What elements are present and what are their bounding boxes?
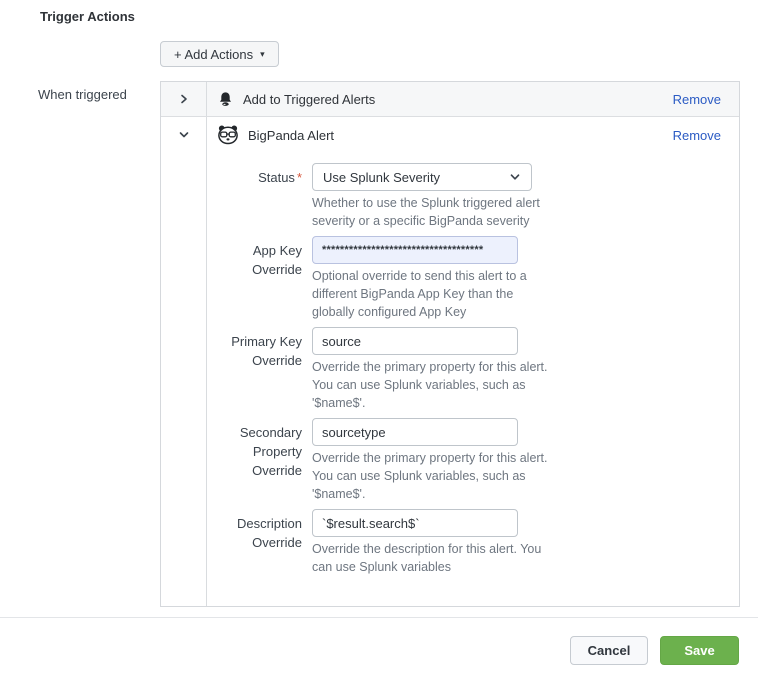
required-marker: * bbox=[297, 170, 302, 185]
field-label: Status* bbox=[207, 163, 302, 230]
expand-toggle-triggered-alerts[interactable] bbox=[161, 82, 207, 116]
field-label: Description Override bbox=[207, 509, 302, 576]
save-button[interactable]: Save bbox=[660, 636, 739, 665]
field-help-text: Override the description for this alert.… bbox=[312, 540, 554, 576]
chevron-down-icon bbox=[178, 129, 190, 141]
bell-icon bbox=[217, 91, 234, 108]
add-actions-button[interactable]: + Add Actions ▾ bbox=[160, 41, 279, 67]
expand-toggle-bigpanda[interactable] bbox=[161, 117, 207, 153]
app-key-override-input[interactable] bbox=[312, 236, 518, 264]
when-triggered-label: When triggered bbox=[38, 87, 127, 102]
field-help-text: Optional override to send this alert to … bbox=[312, 267, 554, 321]
field-status: Status* Use Splunk Severity Whether to u… bbox=[207, 163, 739, 230]
select-chevron-down-icon bbox=[509, 171, 521, 183]
bigpanda-form-panel: Status* Use Splunk Severity Whether to u… bbox=[161, 153, 739, 606]
action-row-bigpanda: BigPanda Alert Remove bbox=[161, 117, 739, 153]
panda-icon bbox=[217, 125, 239, 145]
remove-action-link[interactable]: Remove bbox=[673, 92, 721, 107]
trigger-actions-list: Add to Triggered Alerts Remove BigPanda … bbox=[160, 81, 740, 607]
footer-divider bbox=[0, 617, 758, 618]
secondary-property-override-input[interactable] bbox=[312, 418, 518, 446]
field-label: App Key Override bbox=[207, 236, 302, 321]
primary-key-override-input[interactable] bbox=[312, 327, 518, 355]
field-description-override: Description Override Override the descri… bbox=[207, 509, 739, 576]
chevron-right-icon bbox=[178, 93, 190, 105]
field-secondary-property-override: Secondary Property Override Override the… bbox=[207, 418, 739, 503]
gutter-column bbox=[161, 153, 207, 606]
field-help-text: Whether to use the Splunk triggered aler… bbox=[312, 194, 554, 230]
status-select[interactable]: Use Splunk Severity bbox=[312, 163, 532, 191]
field-app-key-override: App Key Override Optional override to se… bbox=[207, 236, 739, 321]
caret-down-icon: ▾ bbox=[260, 50, 265, 59]
field-label: Primary Key Override bbox=[207, 327, 302, 412]
action-title: Add to Triggered Alerts bbox=[243, 92, 375, 107]
field-help-text: Override the primary property for this a… bbox=[312, 449, 554, 503]
field-primary-key-override: Primary Key Override Override the primar… bbox=[207, 327, 739, 412]
description-override-input[interactable] bbox=[312, 509, 518, 537]
action-row-triggered-alerts: Add to Triggered Alerts Remove bbox=[161, 82, 739, 117]
field-help-text: Override the primary property for this a… bbox=[312, 358, 554, 412]
status-select-value: Use Splunk Severity bbox=[323, 170, 440, 185]
field-label: Secondary Property Override bbox=[207, 418, 302, 503]
page-title: Trigger Actions bbox=[40, 9, 135, 24]
add-actions-label: + Add Actions bbox=[174, 47, 253, 62]
cancel-button[interactable]: Cancel bbox=[570, 636, 648, 665]
remove-action-link[interactable]: Remove bbox=[673, 128, 721, 143]
action-title: BigPanda Alert bbox=[248, 128, 334, 143]
